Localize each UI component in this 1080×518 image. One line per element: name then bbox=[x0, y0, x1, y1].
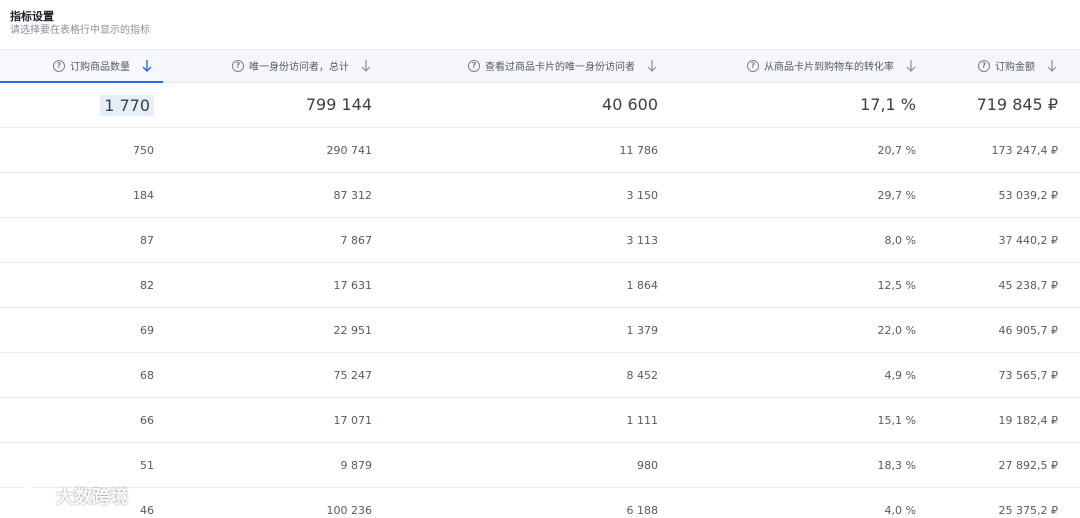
cell-card-viewers: 3 150 bbox=[385, 172, 671, 218]
table-row: 82 17 631 1 864 12,5 % 45 238,7 ₽ bbox=[0, 262, 1080, 308]
cell-unique-visitors: 9 879 bbox=[163, 442, 385, 488]
cell-card-viewers: 8 452 bbox=[385, 352, 671, 398]
cell-ordered-items: 82 bbox=[0, 262, 163, 308]
cell-card-viewers: 980 bbox=[385, 442, 671, 488]
cell-cart-conversion: 20,7 % bbox=[671, 127, 930, 173]
cell-cart-conversion: 8,0 % bbox=[671, 217, 930, 263]
cell-cart-conversion: 4,0 % bbox=[671, 487, 930, 518]
question-circle-icon[interactable]: ? bbox=[232, 59, 244, 72]
table-row: 46 100 236 6 188 4,0 % 25 375,2 ₽ bbox=[0, 487, 1080, 518]
cell-card-viewers: 6 188 bbox=[385, 487, 671, 518]
table-row: 68 75 247 8 452 4,9 % 73 565,7 ₽ bbox=[0, 352, 1080, 398]
arrow-down-icon[interactable] bbox=[141, 59, 153, 73]
cell-cart-conversion: 18,3 % bbox=[671, 442, 930, 488]
watermark-logo-icon bbox=[8, 485, 49, 510]
table-row: 69 22 951 1 379 22,0 % 46 905,7 ₽ bbox=[0, 307, 1080, 353]
cell-ordered-items: 66 bbox=[0, 397, 163, 443]
column-header-cart-conversion[interactable]: ? 从商品卡片到购物车的转化率 bbox=[671, 49, 930, 83]
table-row: 184 87 312 3 150 29,7 % 53 039,2 ₽ bbox=[0, 172, 1080, 218]
metrics-table: ? 订购商品数量 ? 唯一身份访问者，总计 ? 查看过商品卡片的唯一身份访问者 … bbox=[0, 49, 1080, 518]
cell-ordered-items: 68 bbox=[0, 352, 163, 398]
question-circle-icon[interactable]: ? bbox=[978, 59, 990, 72]
watermark-text: 大数跨境 bbox=[56, 487, 128, 508]
arrow-down-icon[interactable] bbox=[646, 59, 658, 73]
cell-unique-visitors: 17 071 bbox=[163, 397, 385, 443]
cell-card-viewers: 11 786 bbox=[385, 127, 671, 173]
cell-order-amount: 45 238,7 ₽ bbox=[930, 262, 1080, 308]
cell-unique-visitors: 290 741 bbox=[163, 127, 385, 173]
cell-unique-visitors: 22 951 bbox=[163, 307, 385, 353]
arrow-down-icon[interactable] bbox=[1046, 59, 1058, 73]
cell-order-amount: 19 182,4 ₽ bbox=[930, 397, 1080, 443]
table-row: 51 9 879 980 18,3 % 27 892,5 ₽ bbox=[0, 442, 1080, 488]
cell-cart-conversion: 12,5 % bbox=[671, 262, 930, 308]
column-header-unique-visitors[interactable]: ? 唯一身份访问者，总计 bbox=[163, 49, 385, 83]
question-circle-icon[interactable]: ? bbox=[747, 59, 759, 72]
watermark: 大数跨境 bbox=[8, 482, 128, 510]
total-value: 1 770 bbox=[100, 94, 154, 116]
column-label: 订购商品数量 bbox=[70, 62, 130, 73]
cell-order-amount: 173 247,4 ₽ bbox=[930, 127, 1080, 173]
metrics-settings: 指标设置 请选择要在表格行中显示的指标 bbox=[10, 10, 150, 38]
cell-cart-conversion: 29,7 % bbox=[671, 172, 930, 218]
column-label: 订购金额 bbox=[995, 62, 1035, 74]
cell-unique-visitors: 7 867 bbox=[163, 217, 385, 263]
cell-ordered-items: 87 bbox=[0, 217, 163, 263]
total-order-amount: 719 845 ₽ bbox=[930, 82, 1080, 128]
question-circle-icon[interactable]: ? bbox=[53, 59, 65, 72]
cell-order-amount: 53 039,2 ₽ bbox=[930, 172, 1080, 218]
settings-subtitle: 请选择要在表格行中显示的指标 bbox=[10, 25, 150, 36]
cell-order-amount: 37 440,2 ₽ bbox=[930, 217, 1080, 263]
cell-ordered-items: 184 bbox=[0, 172, 163, 218]
cell-order-amount: 46 905,7 ₽ bbox=[930, 307, 1080, 353]
cell-ordered-items: 51 bbox=[0, 442, 163, 488]
cell-unique-visitors: 100 236 bbox=[163, 487, 385, 518]
table-row: 750 290 741 11 786 20,7 % 173 247,4 ₽ bbox=[0, 127, 1080, 173]
cell-card-viewers: 1 864 bbox=[385, 262, 671, 308]
totals-row: 1 770 799 144 40 600 17,1 % 719 845 ₽ bbox=[0, 82, 1080, 128]
total-cart-conversion: 17,1 % bbox=[671, 82, 930, 128]
cell-cart-conversion: 15,1 % bbox=[671, 397, 930, 443]
settings-title: 指标设置 bbox=[10, 10, 54, 23]
column-header-card-viewers[interactable]: ? 查看过商品卡片的唯一身份访问者 bbox=[385, 49, 671, 83]
table-header-row: ? 订购商品数量 ? 唯一身份访问者，总计 ? 查看过商品卡片的唯一身份访问者 … bbox=[0, 49, 1080, 83]
total-unique-visitors: 799 144 bbox=[163, 82, 385, 128]
column-label: 唯一身份访问者，总计 bbox=[249, 62, 349, 74]
cell-order-amount: 73 565,7 ₽ bbox=[930, 352, 1080, 398]
cell-unique-visitors: 87 312 bbox=[163, 172, 385, 218]
cell-ordered-items: 750 bbox=[0, 127, 163, 173]
cell-card-viewers: 1 111 bbox=[385, 397, 671, 443]
arrow-down-icon[interactable] bbox=[905, 59, 917, 73]
table-row: 66 17 071 1 111 15,1 % 19 182,4 ₽ bbox=[0, 397, 1080, 443]
cell-order-amount: 25 375,2 ₽ bbox=[930, 487, 1080, 518]
question-circle-icon[interactable]: ? bbox=[468, 59, 480, 72]
arrow-down-icon[interactable] bbox=[360, 59, 372, 73]
cell-cart-conversion: 4,9 % bbox=[671, 352, 930, 398]
column-label: 查看过商品卡片的唯一身份访问者 bbox=[485, 62, 635, 74]
cell-unique-visitors: 75 247 bbox=[163, 352, 385, 398]
total-ordered-items: 1 770 bbox=[0, 82, 163, 128]
cell-card-viewers: 1 379 bbox=[385, 307, 671, 353]
cell-unique-visitors: 17 631 bbox=[163, 262, 385, 308]
cell-ordered-items: 69 bbox=[0, 307, 163, 353]
column-label: 从商品卡片到购物车的转化率 bbox=[764, 62, 894, 74]
cell-card-viewers: 3 113 bbox=[385, 217, 671, 263]
table-row: 87 7 867 3 113 8,0 % 37 440,2 ₽ bbox=[0, 217, 1080, 263]
column-header-ordered-items[interactable]: ? 订购商品数量 bbox=[0, 49, 163, 83]
column-header-order-amount[interactable]: ? 订购金额 bbox=[930, 49, 1080, 83]
cell-order-amount: 27 892,5 ₽ bbox=[930, 442, 1080, 488]
metrics-page: 指标设置 请选择要在表格行中显示的指标 ? 订购商品数量 ? 唯一身份访问者，总… bbox=[0, 0, 1080, 518]
cell-cart-conversion: 22,0 % bbox=[671, 307, 930, 353]
total-card-viewers: 40 600 bbox=[385, 82, 671, 128]
